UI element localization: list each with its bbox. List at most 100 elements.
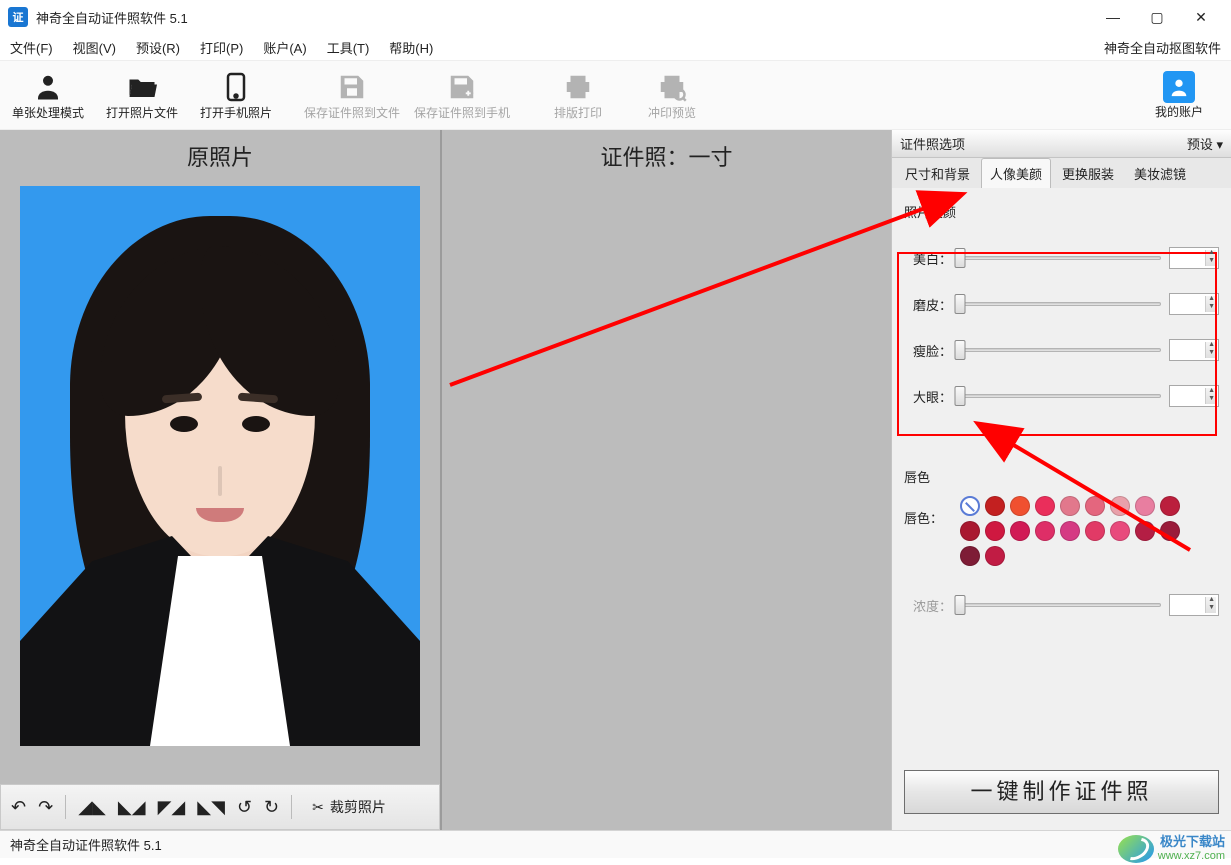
flip-v2-icon[interactable]: ◣◥ bbox=[197, 797, 225, 818]
menu-tools[interactable]: 工具(T) bbox=[327, 38, 370, 57]
undo-icon[interactable]: ↶ bbox=[11, 797, 26, 818]
toolbar-label: 打开手机照片 bbox=[200, 104, 272, 121]
tab-makeup[interactable]: 美妆滤镜 bbox=[1125, 158, 1195, 188]
print-preview-button[interactable]: 冲印预览 bbox=[632, 70, 712, 121]
close-button[interactable]: ✕ bbox=[1179, 2, 1223, 32]
tab-size-bg[interactable]: 尺寸和背景 bbox=[896, 158, 979, 188]
menu-print[interactable]: 打印(P) bbox=[200, 38, 243, 57]
my-account-button[interactable]: 我的账户 bbox=[1139, 71, 1219, 120]
menubar: 文件(F) 视图(V) 预设(R) 打印(P) 账户(A) 工具(T) 帮助(H… bbox=[0, 34, 1231, 60]
lip-swatch[interactable] bbox=[985, 521, 1005, 541]
main-area: 原照片 ↶ ↷ ◢◣ ◣◢ ◤◢ ◣◥ ↺ ↻ bbox=[0, 130, 1231, 830]
open-phone-button[interactable]: 打开手机照片 bbox=[196, 70, 276, 121]
lip-opacity-label: 浓度： bbox=[904, 596, 952, 615]
maximize-button[interactable]: ▢ bbox=[1135, 2, 1179, 32]
right-link[interactable]: 神奇全自动抠图软件 bbox=[1104, 38, 1221, 57]
menu-view[interactable]: 视图(V) bbox=[73, 38, 116, 57]
person-icon bbox=[33, 70, 63, 104]
toolbar-label: 保存证件照到文件 bbox=[304, 104, 400, 121]
lip-opacity-value[interactable]: 0▲▼ bbox=[1169, 594, 1219, 616]
left-toolbar: ↶ ↷ ◢◣ ◣◢ ◤◢ ◣◥ ↺ ↻ ✂ 裁剪照片 bbox=[0, 784, 440, 830]
toolbar: 单张处理模式 打开照片文件 打开手机照片 保存证件照到文件 保存证件照到手机 排… bbox=[0, 60, 1231, 130]
make-id-photo-button[interactable]: 一键制作证件照 bbox=[904, 770, 1219, 814]
titlebar: 证 神奇全自动证件照软件 5.1 — ▢ ✕ bbox=[0, 0, 1231, 34]
menu-help[interactable]: 帮助(H) bbox=[389, 38, 433, 57]
beauty-group-label: 照片美颜 bbox=[904, 202, 1219, 221]
app-logo-icon: 证 bbox=[8, 7, 28, 27]
lip-swatches bbox=[960, 496, 1190, 566]
lip-color-label: 唇色： bbox=[904, 496, 952, 527]
original-photo[interactable] bbox=[20, 186, 420, 746]
redo-icon[interactable]: ↷ bbox=[38, 797, 53, 818]
option-tabs: 尺寸和背景 人像美颜 更换服装 美妆滤镜 bbox=[892, 158, 1231, 188]
right-panel-title: 证件照选项 bbox=[900, 134, 965, 153]
toolbar-label: 排版打印 bbox=[554, 104, 602, 121]
separator bbox=[65, 795, 66, 819]
minimize-button[interactable]: — bbox=[1091, 2, 1135, 32]
layout-print-button[interactable]: 排版打印 bbox=[538, 70, 618, 121]
watermark-logo-icon bbox=[1118, 835, 1154, 863]
print-preview-icon bbox=[657, 70, 687, 104]
lip-swatch[interactable] bbox=[960, 496, 980, 516]
mode-single-button[interactable]: 单张处理模式 bbox=[8, 70, 88, 121]
lip-swatch[interactable] bbox=[1135, 521, 1155, 541]
menu-preset[interactable]: 预设(R) bbox=[136, 38, 180, 57]
flip-v1-icon[interactable]: ◤◢ bbox=[158, 797, 186, 818]
lip-swatch[interactable] bbox=[960, 521, 980, 541]
rotate-cw-icon[interactable]: ↻ bbox=[264, 797, 279, 818]
mid-panel: 证件照：一寸 bbox=[440, 130, 891, 830]
toolbar-label: 打开照片文件 bbox=[106, 104, 178, 121]
save-file-button[interactable]: 保存证件照到文件 bbox=[304, 70, 400, 121]
lip-color-row: 唇色： bbox=[904, 496, 1219, 566]
preset-dropdown[interactable]: 预设 ▾ bbox=[1187, 134, 1223, 153]
toolbar-label: 保存证件照到手机 bbox=[414, 104, 510, 121]
lip-swatch[interactable] bbox=[1010, 496, 1030, 516]
lip-swatch[interactable] bbox=[1110, 521, 1130, 541]
lip-swatch[interactable] bbox=[1060, 496, 1080, 516]
id-photo-title: 证件照：一寸 bbox=[442, 130, 891, 176]
menu-account[interactable]: 账户(A) bbox=[263, 38, 306, 57]
save-icon bbox=[337, 70, 367, 104]
menu-file[interactable]: 文件(F) bbox=[10, 38, 53, 57]
crop-button[interactable]: ✂ 裁剪照片 bbox=[304, 793, 394, 821]
annotation-highlight bbox=[897, 252, 1217, 436]
lip-swatch[interactable] bbox=[1035, 496, 1055, 516]
watermark-url: www.xz7.com bbox=[1158, 849, 1225, 863]
tab-beauty[interactable]: 人像美颜 bbox=[981, 158, 1051, 188]
lip-opacity-row: 浓度： 0▲▼ bbox=[904, 594, 1219, 616]
crop-label: 裁剪照片 bbox=[330, 797, 386, 817]
lip-swatch[interactable] bbox=[1035, 521, 1055, 541]
lip-swatch[interactable] bbox=[1135, 496, 1155, 516]
save-phone-button[interactable]: 保存证件照到手机 bbox=[414, 70, 510, 121]
lip-swatch[interactable] bbox=[1160, 521, 1180, 541]
toolbar-label: 冲印预览 bbox=[648, 104, 696, 121]
lip-group-label: 唇色 bbox=[904, 467, 1219, 486]
lip-swatch[interactable] bbox=[1110, 496, 1130, 516]
phone-icon bbox=[223, 70, 249, 104]
window-controls: — ▢ ✕ bbox=[1091, 2, 1223, 32]
lip-swatch[interactable] bbox=[1010, 521, 1030, 541]
lip-swatch[interactable] bbox=[1060, 521, 1080, 541]
photo-area bbox=[0, 176, 440, 784]
separator bbox=[291, 795, 292, 819]
watermark-name: 极光下载站 bbox=[1158, 835, 1225, 849]
flip-h1-icon[interactable]: ◢◣ bbox=[78, 797, 106, 818]
lip-opacity-slider[interactable] bbox=[960, 596, 1161, 614]
left-panel: 原照片 ↶ ↷ ◢◣ ◣◢ ◤◢ ◣◥ ↺ ↻ bbox=[0, 130, 440, 830]
lip-swatch[interactable] bbox=[1085, 521, 1105, 541]
lip-swatch[interactable] bbox=[1085, 496, 1105, 516]
right-panel-header: 证件照选项 预设 ▾ bbox=[892, 130, 1231, 158]
avatar-icon bbox=[1163, 71, 1195, 103]
rotate-ccw-icon[interactable]: ↺ bbox=[237, 797, 252, 818]
lip-swatch[interactable] bbox=[1160, 496, 1180, 516]
crop-icon: ✂ bbox=[312, 799, 324, 816]
statusbar: 神奇全自动证件照软件 5.1 bbox=[0, 830, 1231, 858]
tab-clothes[interactable]: 更换服装 bbox=[1053, 158, 1123, 188]
lip-swatch[interactable] bbox=[985, 546, 1005, 566]
open-file-button[interactable]: 打开照片文件 bbox=[102, 70, 182, 121]
lip-swatch[interactable] bbox=[960, 546, 980, 566]
lip-swatch[interactable] bbox=[985, 496, 1005, 516]
flip-h2-icon[interactable]: ◣◢ bbox=[118, 797, 146, 818]
original-photo-title: 原照片 bbox=[0, 130, 440, 176]
folder-open-icon bbox=[127, 70, 157, 104]
